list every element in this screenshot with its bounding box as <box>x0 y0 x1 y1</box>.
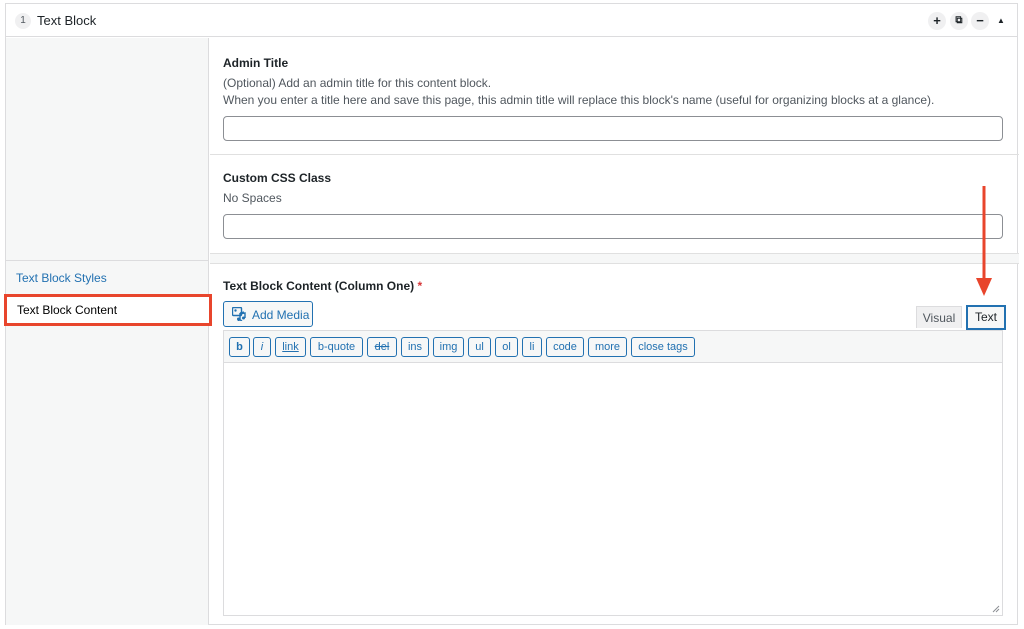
block-sidebar: Text Block Styles Text Block Content <box>4 38 212 625</box>
quicktag-code[interactable]: code <box>546 337 584 357</box>
quicktag-li[interactable]: li <box>522 337 542 357</box>
media-icon <box>232 307 246 321</box>
duplicate-block-button[interactable]: ⧉ <box>950 12 968 30</box>
css-class-description: No Spaces <box>223 191 282 205</box>
block-title: Text Block <box>37 13 97 28</box>
quicktag-ins[interactable]: ins <box>401 337 429 357</box>
quicktag-ul[interactable]: ul <box>468 337 491 357</box>
quicktag-more[interactable]: more <box>588 337 627 357</box>
remove-block-button[interactable]: − <box>971 12 989 30</box>
css-class-label: Custom CSS Class <box>223 171 332 185</box>
annotation-arrow-icon <box>976 186 992 296</box>
block-order-badge: 1 <box>15 13 31 29</box>
add-media-button[interactable]: Add Media <box>223 301 313 327</box>
quicktags-toolbar: b i link b-quote del ins img ul ol li co… <box>224 331 1002 363</box>
content-label: Text Block Content (Column One) * <box>223 279 422 293</box>
toggle-block-button[interactable]: ▲ <box>992 12 1010 30</box>
css-class-input[interactable] <box>223 214 1003 239</box>
quicktag-ol[interactable]: ol <box>495 337 518 357</box>
sidebar-item-label: Text Block Content <box>17 303 118 317</box>
tab-visual[interactable]: Visual <box>916 306 962 328</box>
admin-title-label: Admin Title <box>223 56 289 70</box>
quicktag-link[interactable]: link <box>275 337 306 357</box>
tab-text[interactable]: Text <box>966 305 1006 330</box>
required-mark: * <box>417 279 423 293</box>
quicktag-img[interactable]: img <box>433 337 464 357</box>
sidebar-item-text-block-styles[interactable]: Text Block Styles <box>16 271 107 285</box>
text-block-panel: 1 Text Block + ⧉ − ▲ Text Block Styles T… <box>4 3 1019 625</box>
content-label-text: Text Block Content (Column One) <box>223 279 415 293</box>
sidebar-item-text-block-content[interactable]: Text Block Content <box>4 294 212 326</box>
quicktag-blockquote[interactable]: b-quote <box>310 337 363 357</box>
admin-title-input[interactable] <box>223 116 1003 141</box>
content-editor[interactable]: b i link b-quote del ins img ul ol li co… <box>223 330 1003 616</box>
quicktag-bold[interactable]: b <box>229 337 250 357</box>
field-divider <box>210 154 1019 155</box>
admin-title-description-2: When you enter a title here and save thi… <box>223 93 935 107</box>
admin-title-description: (Optional) Add an admin title for this c… <box>223 76 492 90</box>
sidebar-divider <box>6 260 209 261</box>
quicktag-italic[interactable]: i <box>253 337 271 357</box>
block-fields: Admin Title (Optional) Add an admin titl… <box>210 38 1019 625</box>
add-block-button[interactable]: + <box>928 12 946 30</box>
section-divider <box>210 253 1019 264</box>
block-header[interactable]: 1 Text Block + ⧉ − ▲ <box>6 4 1017 37</box>
add-media-label: Add Media <box>252 308 310 322</box>
resize-handle-icon[interactable] <box>992 605 1000 613</box>
quicktag-close-tags[interactable]: close tags <box>631 337 695 357</box>
quicktag-del[interactable]: del <box>367 337 397 357</box>
